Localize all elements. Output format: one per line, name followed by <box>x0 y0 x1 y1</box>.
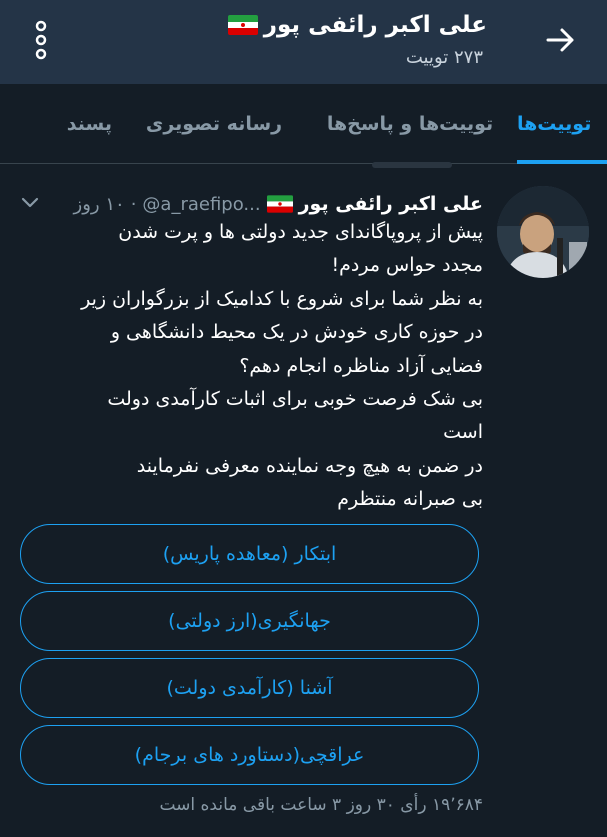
tweet-menu-button[interactable] <box>18 192 42 212</box>
poll-option-4[interactable]: عراقچی(دستاورد های برجام) <box>20 725 479 785</box>
tweet-text-line: در ضمن به هیچ وجه نماینده معرفی نفرمایند <box>136 454 483 477</box>
poll-option-1[interactable]: ابتکار (معاهده پاریس) <box>20 524 479 584</box>
tweet-text-line: بی صبرانه منتظرم <box>337 488 483 511</box>
tweet-text-line: مجدد حواس مردم! <box>331 254 484 277</box>
tweet-text: پیش از پروپاگاندای جدید دولتی ها و پرت ش… <box>63 216 483 517</box>
tab-tweets[interactable]: توییت‌ها <box>517 84 607 164</box>
top-app-bar: علی اکبر رائفی پور ۲۷۳ توییت <box>0 0 607 84</box>
iran-flag-icon <box>266 195 293 213</box>
tweet-author-handle[interactable]: @a_raefipo... <box>142 194 260 215</box>
profile-name: علی اکبر رائفی پور <box>263 12 487 38</box>
poll-status: ۱۹٬۶۸۴ رأی ۳۰ روز ۳ ساعت باقی مانده است <box>159 795 483 815</box>
tweet-time[interactable]: ۱۰ روز <box>74 194 125 215</box>
tweet-count: ۲۷۳ توییت <box>405 47 483 68</box>
poll-option-2[interactable]: جهانگیری(ارز دولتی) <box>20 591 479 651</box>
tab-likes[interactable]: پسند <box>0 84 112 164</box>
separator-dot: · <box>130 193 137 215</box>
chevron-down-icon <box>21 197 39 208</box>
back-button[interactable] <box>541 20 581 60</box>
avatar[interactable] <box>497 186 589 278</box>
more-vertical-icon <box>35 20 47 60</box>
tweet-text-line: در حوزه کاری خودش در یک محیط دانشگاهی و <box>110 321 483 344</box>
arrow-right-icon <box>546 28 574 52</box>
tweet-text-line: پیش از پروپاگاندای جدید دولتی ها و پرت ش… <box>118 221 483 243</box>
tab-tweets-and-replies[interactable]: توییت‌ها و پاسخ‌ها <box>312 84 508 164</box>
poll-option-3[interactable]: آشنا (کارآمدی دولت) <box>20 658 479 718</box>
tab-media[interactable]: رسانه تصویری <box>138 84 290 164</box>
profile-tabs: توییت‌ها توییت‌ها و پاسخ‌ها رسانه تصویری… <box>0 84 607 164</box>
iran-flag-icon <box>227 15 258 35</box>
tweet-text-line: بی شک فرصت خوبی برای اثبات کارآمدی دولت <box>107 388 483 411</box>
tweet-text-line: فضایی آزاد مناظره انجام دهم؟ <box>239 354 483 377</box>
more-options-button[interactable] <box>28 18 54 62</box>
tweet-author-name[interactable]: علی اکبر رائفی پور <box>299 193 483 215</box>
tweet-text-line: به نظر شما برای شروع با کدامیک از بزرگوا… <box>81 287 483 310</box>
profile-title: علی اکبر رائفی پور <box>227 8 487 42</box>
tweet-text-line: است <box>443 421 483 444</box>
previous-tweet-edge <box>372 162 452 168</box>
active-tab-indicator <box>517 160 607 164</box>
